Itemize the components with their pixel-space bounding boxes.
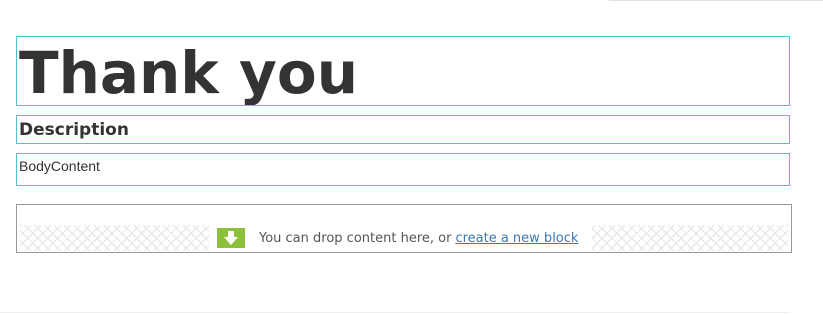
create-new-block-link[interactable]: create a new block bbox=[455, 231, 578, 246]
arrow-down-icon bbox=[217, 228, 245, 248]
page-title: Thank you bbox=[19, 39, 358, 106]
description-block[interactable]: Description bbox=[16, 115, 790, 144]
description-heading: Description bbox=[19, 120, 129, 140]
top-right-divider bbox=[609, 0, 823, 1]
body-content-block[interactable]: BodyContent bbox=[16, 153, 790, 186]
drop-zone-message: You can drop content here, or create a n… bbox=[209, 225, 593, 251]
body-content-text: BodyContent bbox=[19, 158, 100, 174]
bottom-divider bbox=[0, 312, 790, 313]
drop-zone-text: You can drop content here, or bbox=[259, 230, 452, 246]
arrow-down-icon-glyph bbox=[224, 231, 238, 245]
content-drop-zone[interactable]: You can drop content here, or create a n… bbox=[16, 204, 792, 253]
title-block[interactable]: Thank you bbox=[16, 36, 790, 106]
